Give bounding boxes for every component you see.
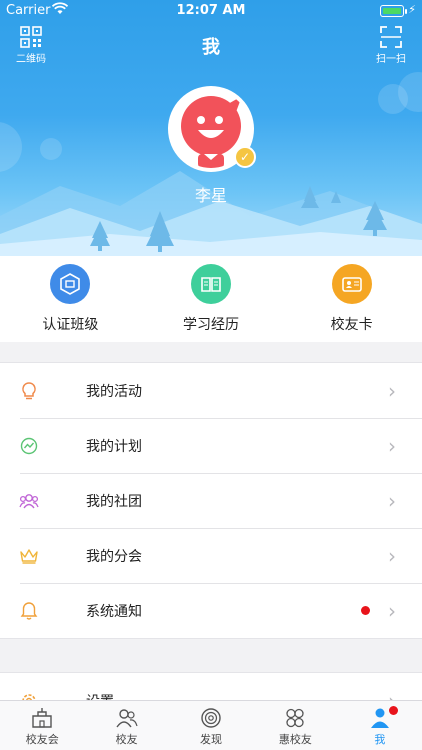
- clock: 12:07 AM: [176, 3, 246, 18]
- quick-action-label: 学习经历: [183, 317, 239, 333]
- chevron-right-icon: ›: [388, 488, 396, 513]
- group-icon: [17, 492, 41, 510]
- discover-icon: [201, 708, 221, 728]
- scan-icon: [380, 26, 402, 48]
- id-card-icon: [331, 264, 372, 304]
- building-icon: [32, 708, 52, 728]
- trend-icon: [17, 437, 41, 455]
- quick-action-study-history[interactable]: 学习经历: [141, 256, 282, 342]
- bell-icon: [17, 601, 41, 621]
- tab-alumni[interactable]: 校友: [84, 701, 168, 750]
- lightbulb-icon: [17, 381, 41, 401]
- scan-button[interactable]: 扫一扫: [374, 26, 408, 65]
- class-certify-icon: [50, 264, 91, 304]
- page-title: 我: [202, 37, 220, 58]
- user-name: 李星: [194, 186, 227, 205]
- quick-action-label: 校友卡: [330, 317, 373, 333]
- tab-bar: 校友会 校友 发现 惠校友 我: [0, 700, 422, 750]
- tab-label: 我: [374, 733, 386, 746]
- quick-action-label: 认证班级: [42, 317, 99, 333]
- tab-discover[interactable]: 发现: [169, 701, 253, 750]
- tab-label: 校友会: [25, 733, 59, 746]
- people-icon: [116, 709, 138, 728]
- clover-icon: [286, 708, 305, 728]
- scan-label: 扫一扫: [376, 54, 406, 65]
- book-icon: [191, 264, 231, 304]
- tab-label: 校友: [115, 733, 138, 746]
- battery-icon: [380, 5, 407, 17]
- chevron-right-icon: ›: [388, 378, 396, 403]
- menu-item-label: 我的活动: [86, 383, 142, 400]
- quick-action-alumni-card[interactable]: 校友卡: [281, 256, 422, 342]
- menu-item-label: 我的计划: [86, 438, 142, 455]
- quick-action-class-certify[interactable]: 认证班级: [0, 256, 141, 342]
- chevron-right-icon: ›: [388, 543, 396, 568]
- menu-item-label: 我的分会: [86, 548, 142, 565]
- crown-icon: [17, 548, 41, 564]
- menu-item-label: 我的社团: [86, 493, 142, 510]
- tab-label: 发现: [200, 733, 223, 746]
- chevron-right-icon: ›: [388, 598, 396, 623]
- menu-item-label: 系统通知: [86, 603, 142, 620]
- menu-item-clubs[interactable]: 我的社团 ›: [0, 473, 422, 528]
- menu-item-plans[interactable]: 我的计划 ›: [0, 418, 422, 473]
- verified-check-icon: ✓: [234, 146, 256, 168]
- avatar[interactable]: ✓: [168, 86, 256, 172]
- tab-alumni-benefits[interactable]: 惠校友: [253, 701, 337, 750]
- charging-icon: ⚡: [408, 3, 416, 16]
- tab-label: 惠校友: [278, 733, 312, 746]
- profile-header: Carrier 12:07 AM ⚡ 二维码 我 扫一扫 ✓ 李星: [0, 0, 422, 256]
- tab-alumni-association[interactable]: 校友会: [0, 701, 84, 750]
- unread-dot: [361, 606, 370, 615]
- menu-item-notifications[interactable]: 系统通知 ›: [0, 583, 422, 638]
- quick-actions: 认证班级 学习经历 校友卡: [0, 256, 422, 342]
- chevron-right-icon: ›: [388, 433, 396, 458]
- unread-dot: [388, 706, 398, 715]
- status-bar: Carrier 12:07 AM ⚡: [0, 0, 422, 22]
- menu-item-activities[interactable]: 我的活动 ›: [0, 363, 422, 418]
- tab-me[interactable]: 我: [338, 701, 422, 750]
- menu-item-branch[interactable]: 我的分会 ›: [0, 528, 422, 583]
- menu-list: 我的活动 › 我的计划 › 我的社团 › 我的分会 › 系统通知 ›: [0, 362, 422, 639]
